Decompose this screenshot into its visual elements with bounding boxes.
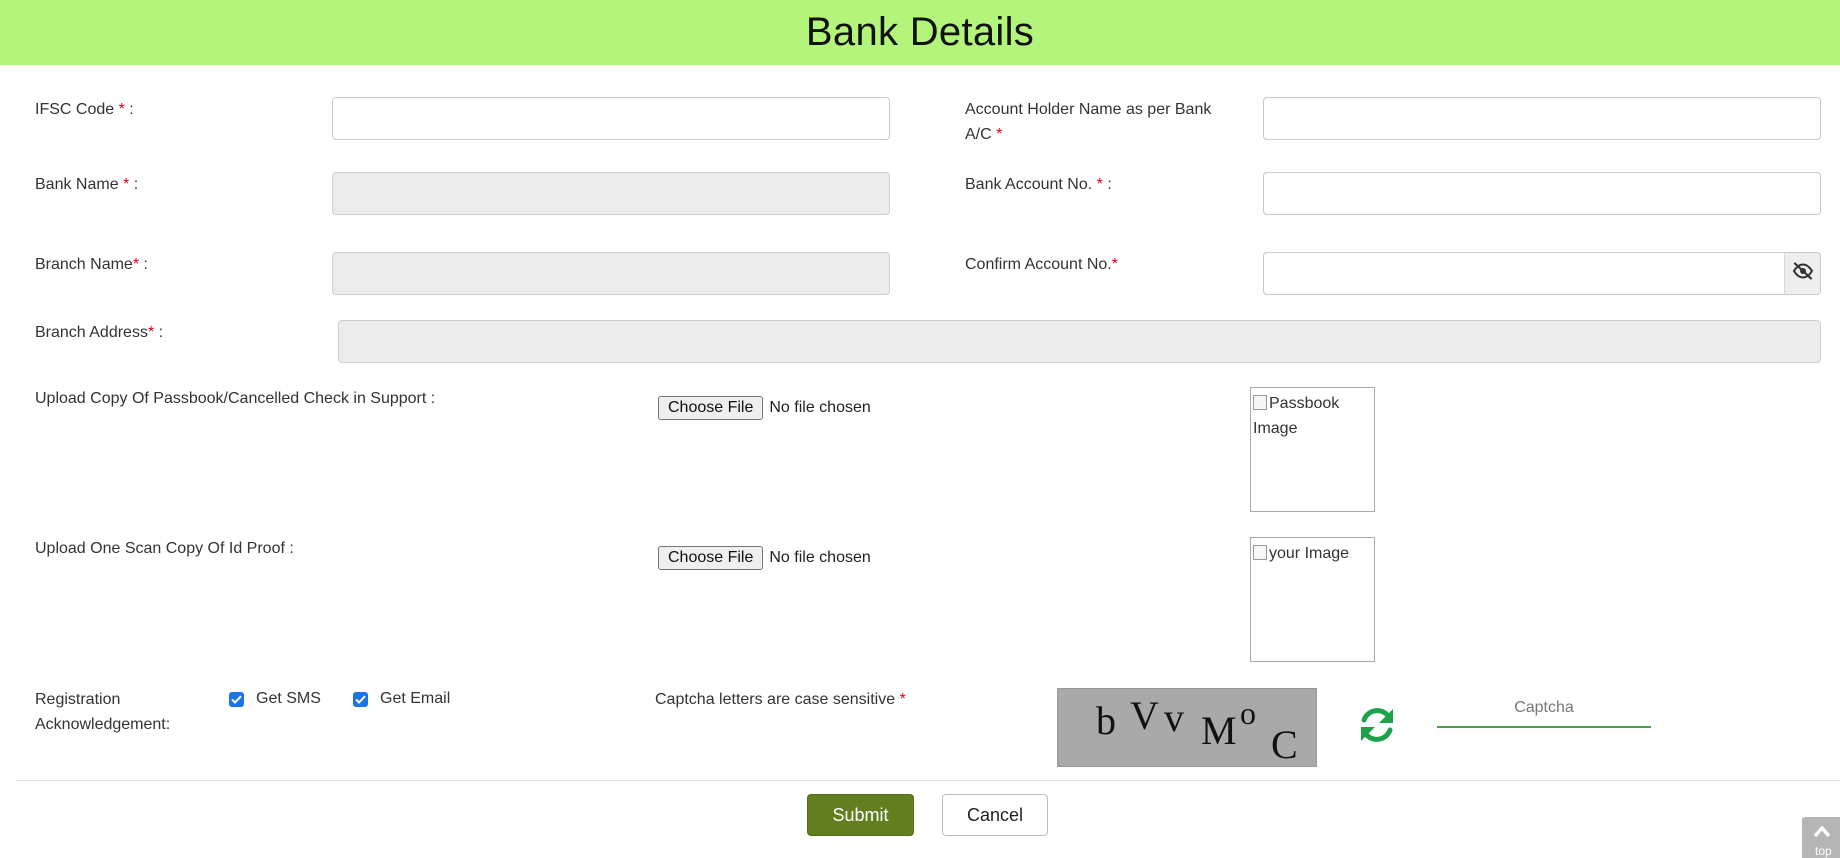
ifsc-label: IFSC Code * : (35, 101, 134, 118)
branch-name-label: Branch Name* : (35, 256, 148, 273)
passbook-file-input[interactable]: Choose File No file chosen (658, 396, 871, 420)
id-proof-upload-label: Upload One Scan Copy Of Id Proof : (35, 540, 294, 557)
refresh-icon (1355, 708, 1399, 751)
account-holder-input[interactable] (1263, 97, 1821, 140)
account-holder-label: Account Holder Name as per Bank A/C * (965, 101, 1212, 143)
bank-name-input (332, 172, 890, 215)
scroll-top-label: top (1815, 844, 1832, 858)
captcha-input[interactable] (1437, 690, 1651, 728)
get-email-label: Get Email (380, 690, 451, 707)
confirm-account-no-label: Confirm Account No.* (965, 256, 1118, 273)
captcha-char: o (1240, 695, 1256, 731)
captcha-char: M (1201, 708, 1237, 753)
passbook-choose-file-button[interactable]: Choose File (658, 396, 764, 420)
id-proof-image-alt: your Image (1269, 545, 1350, 562)
ifsc-input[interactable] (332, 97, 890, 140)
captcha-image: b V v M o C (1057, 688, 1317, 767)
captcha-label: Captcha letters are case sensitive * (655, 691, 906, 708)
branch-address-input (338, 320, 1821, 363)
registration-ack-label: Registration Acknowledgement: (35, 691, 171, 733)
page-title: Bank Details (805, 10, 1035, 54)
bank-name-label: Bank Name * : (35, 176, 139, 193)
captcha-char: V (1130, 693, 1159, 738)
scroll-to-top-button[interactable]: top (1802, 817, 1840, 858)
passbook-image-preview: Passbook Image (1250, 387, 1375, 512)
captcha-char: v (1164, 695, 1184, 740)
chevron-up-icon (1812, 823, 1832, 844)
cancel-button[interactable]: Cancel (942, 794, 1048, 836)
page-header: Bank Details (0, 0, 1840, 65)
toggle-visibility-button[interactable] (1784, 252, 1821, 295)
get-sms-label: Get SMS (256, 690, 321, 707)
get-email-option[interactable]: Get Email (353, 690, 450, 708)
passbook-upload-label: Upload Copy Of Passbook/Cancelled Check … (35, 390, 436, 407)
broken-image-icon (1253, 395, 1267, 410)
broken-image-icon (1253, 545, 1267, 560)
branch-address-label: Branch Address* : (35, 324, 164, 341)
get-sms-option[interactable]: Get SMS (229, 690, 321, 708)
get-sms-checkbox[interactable] (229, 691, 244, 707)
captcha-char: C (1271, 722, 1298, 767)
submit-button[interactable]: Submit (807, 794, 914, 836)
captcha-char: b (1096, 698, 1116, 743)
get-email-checkbox[interactable] (353, 691, 368, 707)
form-divider (15, 780, 1840, 781)
confirm-account-no-input[interactable] (1263, 252, 1785, 295)
id-proof-image-preview: your Image (1250, 537, 1375, 662)
captcha-refresh-button[interactable] (1355, 703, 1401, 749)
eye-slash-icon (1792, 262, 1814, 285)
bank-account-no-label: Bank Account No. * : (965, 176, 1112, 193)
bank-account-no-input[interactable] (1263, 172, 1821, 215)
id-proof-file-status: No file chosen (769, 549, 871, 566)
branch-name-input (332, 252, 890, 295)
id-proof-file-input[interactable]: Choose File No file chosen (658, 546, 871, 570)
passbook-file-status: No file chosen (769, 399, 871, 416)
id-proof-choose-file-button[interactable]: Choose File (658, 546, 764, 570)
